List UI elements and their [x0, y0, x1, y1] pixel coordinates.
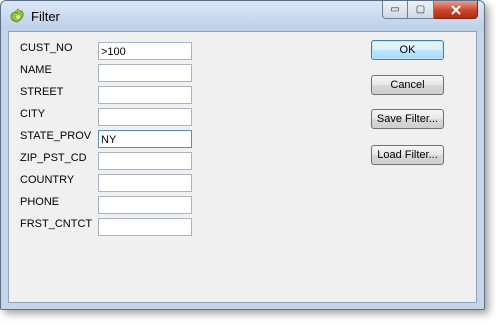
street-input[interactable] [98, 86, 192, 104]
country-input[interactable] [98, 174, 192, 192]
maximize-icon: ▢ [415, 4, 426, 15]
minimize-icon: ▭ [390, 4, 400, 15]
save-filter-button[interactable]: Save Filter... [371, 109, 444, 129]
caption-buttons: ▭ ▢ [382, 1, 478, 21]
label-street: STREET [20, 86, 64, 98]
frst-cntct-input[interactable] [98, 218, 192, 236]
close-icon [450, 4, 461, 15]
city-input[interactable] [98, 108, 192, 126]
label-phone: PHONE [20, 196, 60, 208]
close-button[interactable] [434, 1, 478, 19]
label-name: NAME [20, 64, 52, 76]
state-prov-input[interactable] [98, 130, 192, 148]
name-input[interactable] [98, 64, 192, 82]
phone-input[interactable] [98, 196, 192, 214]
label-frst-cntct: FRST_CNTCT [20, 218, 93, 230]
cancel-button[interactable]: Cancel [371, 75, 444, 95]
cust-no-input[interactable] [98, 42, 192, 60]
zip-pst-cd-input[interactable] [98, 152, 192, 170]
dialog-body: CUST_NO NAME STREET CITY STATE_PROV ZIP_… [8, 31, 477, 303]
label-country: COUNTRY [20, 174, 75, 186]
filter-app-icon [9, 8, 25, 24]
title-bar[interactable]: Filter ▭ ▢ [1, 1, 484, 31]
minimize-button[interactable]: ▭ [382, 1, 408, 19]
label-state-prov: STATE_PROV [20, 130, 92, 142]
label-cust-no: CUST_NO [20, 42, 73, 54]
label-zip-pst-cd: ZIP_PST_CD [20, 152, 87, 164]
ok-button[interactable]: OK [371, 40, 444, 60]
label-city: CITY [20, 108, 46, 120]
maximize-button[interactable]: ▢ [408, 1, 434, 19]
load-filter-button[interactable]: Load Filter... [371, 145, 444, 165]
window-title: Filter [31, 9, 60, 24]
filter-dialog: Filter ▭ ▢ CUST_NO NAME STREET CITY STAT… [0, 0, 485, 310]
